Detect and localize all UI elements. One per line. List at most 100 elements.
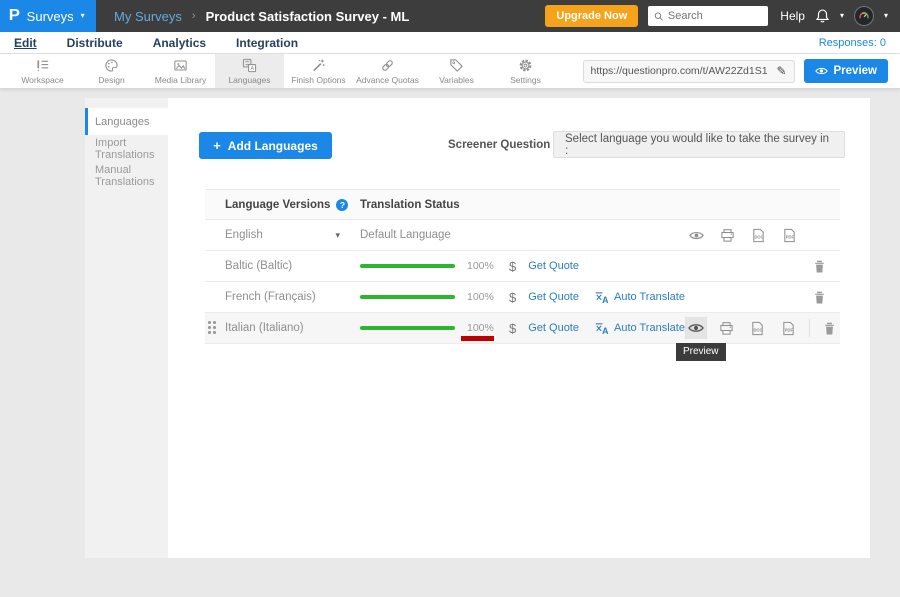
svg-text:PDF: PDF [785,327,794,332]
language-name: French (Français) [225,291,316,303]
product-menu[interactable]: P Surveys ▾ [0,0,96,32]
tool-label: Advance Quotas [356,75,419,85]
survey-nav: Edit Distribute Analytics Integration Re… [0,32,900,54]
tool-languages[interactable]: A Languages [215,54,284,88]
export-doc-icon[interactable]: DOC [747,317,769,339]
export-pdf-icon[interactable]: PDF [778,317,800,339]
column-label: Language Versions [225,199,330,211]
translate-icon: A [242,58,257,73]
breadcrumb: My Surveys › Product Satisfaction Survey… [114,9,409,24]
upgrade-now-button[interactable]: Upgrade Now [545,5,638,27]
svg-text:PDF: PDF [785,234,794,239]
tool-advance-quotas[interactable]: Advance Quotas [353,54,422,88]
sidebar-item-manual-translations[interactable]: Manual Translations [85,162,168,189]
dollar-icon[interactable]: $ [509,290,516,305]
tag-icon [449,58,464,73]
dollar-icon[interactable]: $ [509,321,516,336]
table-row-italian: Italian (Italiano) 100% $ Get Quote A Au… [205,313,840,344]
survey-url-field[interactable]: https://questionpro.com/t/AW22Zd1S1 ✎ [583,60,795,83]
add-languages-button[interactable]: + Add Languages [199,132,332,159]
tool-design[interactable]: Design [77,54,146,88]
screener-question-select[interactable]: Select language you would like to take t… [553,131,845,158]
print-icon[interactable] [716,317,738,339]
drag-handle[interactable] [208,321,216,334]
language-name: Italian (Italiano) [225,322,304,334]
tab-edit[interactable]: Edit [14,36,37,50]
tab-integration[interactable]: Integration [236,36,298,50]
language-name: English [225,229,263,241]
tab-distribute[interactable]: Distribute [67,36,123,50]
bell-icon[interactable] [815,8,830,24]
auto-translate-label: Auto Translate [614,291,685,303]
svg-text:DOC: DOC [754,234,763,239]
topbar-actions: Upgrade Now Help ▾ ▾ [545,5,900,27]
translation-progress-bar [360,326,455,330]
sidebar-item-languages[interactable]: Languages [85,108,168,135]
page-title: Product Satisfaction Survey - ML [206,9,410,24]
table-header: Language Versions ? Translation Status [205,189,840,220]
tool-label: Design [98,75,124,85]
translation-progress-value: 100% [467,260,497,272]
status-cell: 100% $ Get Quote A Auto Translate [360,313,840,343]
help-icon[interactable]: ? [336,199,348,211]
preview-tooltip: Preview [676,343,726,361]
export-doc-icon[interactable]: DOC [747,224,769,246]
language-cell: Italian (Italiano) [205,322,360,334]
translation-progress-value: 100% [467,322,497,334]
image-icon [173,58,188,73]
tab-analytics[interactable]: Analytics [153,36,206,50]
preview-eye-icon[interactable] [685,224,707,246]
delete-icon[interactable] [819,317,841,339]
language-cell: English ▾ [205,229,360,241]
sidebar-item-label: Languages [95,116,149,128]
translate-icon: A [595,291,609,304]
language-cell: Baltic (Baltic) [205,260,360,272]
preview-eye-icon[interactable]: Preview [685,317,707,339]
column-label: Translation Status [360,199,460,211]
divider [809,319,810,337]
global-search[interactable] [648,6,768,26]
print-icon[interactable] [716,224,738,246]
svg-text:A: A [250,66,254,72]
translate-icon: A [595,322,609,335]
chevron-down-icon[interactable]: ▾ [335,230,340,241]
auto-translate-link[interactable]: A Auto Translate [595,322,685,335]
search-icon [654,11,664,22]
topbar: P Surveys ▾ My Surveys › Product Satisfa… [0,0,900,32]
get-quote-link[interactable]: Get Quote [528,322,579,334]
tool-variables[interactable]: Variables [422,54,491,88]
tool-workspace[interactable]: Workspace [8,54,77,88]
dollar-icon[interactable]: $ [509,259,516,274]
help-link[interactable]: Help [780,9,805,23]
get-quote-link[interactable]: Get Quote [528,291,579,303]
row-actions: DOC PDF [685,224,800,246]
tool-finish-options[interactable]: Finish Options [284,54,353,88]
edit-url-icon[interactable]: ✎ [776,64,786,78]
delete-icon[interactable] [808,255,830,277]
sidebar-item-import-translations[interactable]: Import Translations [85,135,168,162]
chevron-down-icon: ▾ [884,12,888,20]
breadcrumb-my-surveys[interactable]: My Surveys [114,9,182,24]
preview-button[interactable]: Preview [804,59,888,83]
default-language-label: Default Language [360,229,451,241]
column-translation-status: Translation Status [360,199,460,211]
gauge-icon [858,10,870,22]
language-name: Baltic (Baltic) [225,260,292,272]
delete-icon[interactable] [808,286,830,308]
tool-settings[interactable]: Settings [491,54,560,88]
screener-question-label: Screener Question : [448,139,557,151]
avatar[interactable] [854,6,874,26]
search-input[interactable] [668,10,762,22]
gear-icon [518,58,533,73]
svg-text:A: A [602,295,609,304]
get-quote-link[interactable]: Get Quote [528,260,579,272]
tool-media-library[interactable]: Media Library [146,54,215,88]
responses-count[interactable]: Responses: 0 [819,37,886,49]
export-pdf-icon[interactable]: PDF [778,224,800,246]
language-versions-table: Language Versions ? Translation Status E… [205,189,840,344]
add-languages-label: Add Languages [228,139,318,153]
column-language-versions: Language Versions ? [205,199,360,211]
edit-toolbar: Workspace Design Media Library A Languag… [0,54,900,89]
auto-translate-link[interactable]: A Auto Translate [595,291,685,304]
breadcrumb-separator-icon: › [192,10,196,22]
